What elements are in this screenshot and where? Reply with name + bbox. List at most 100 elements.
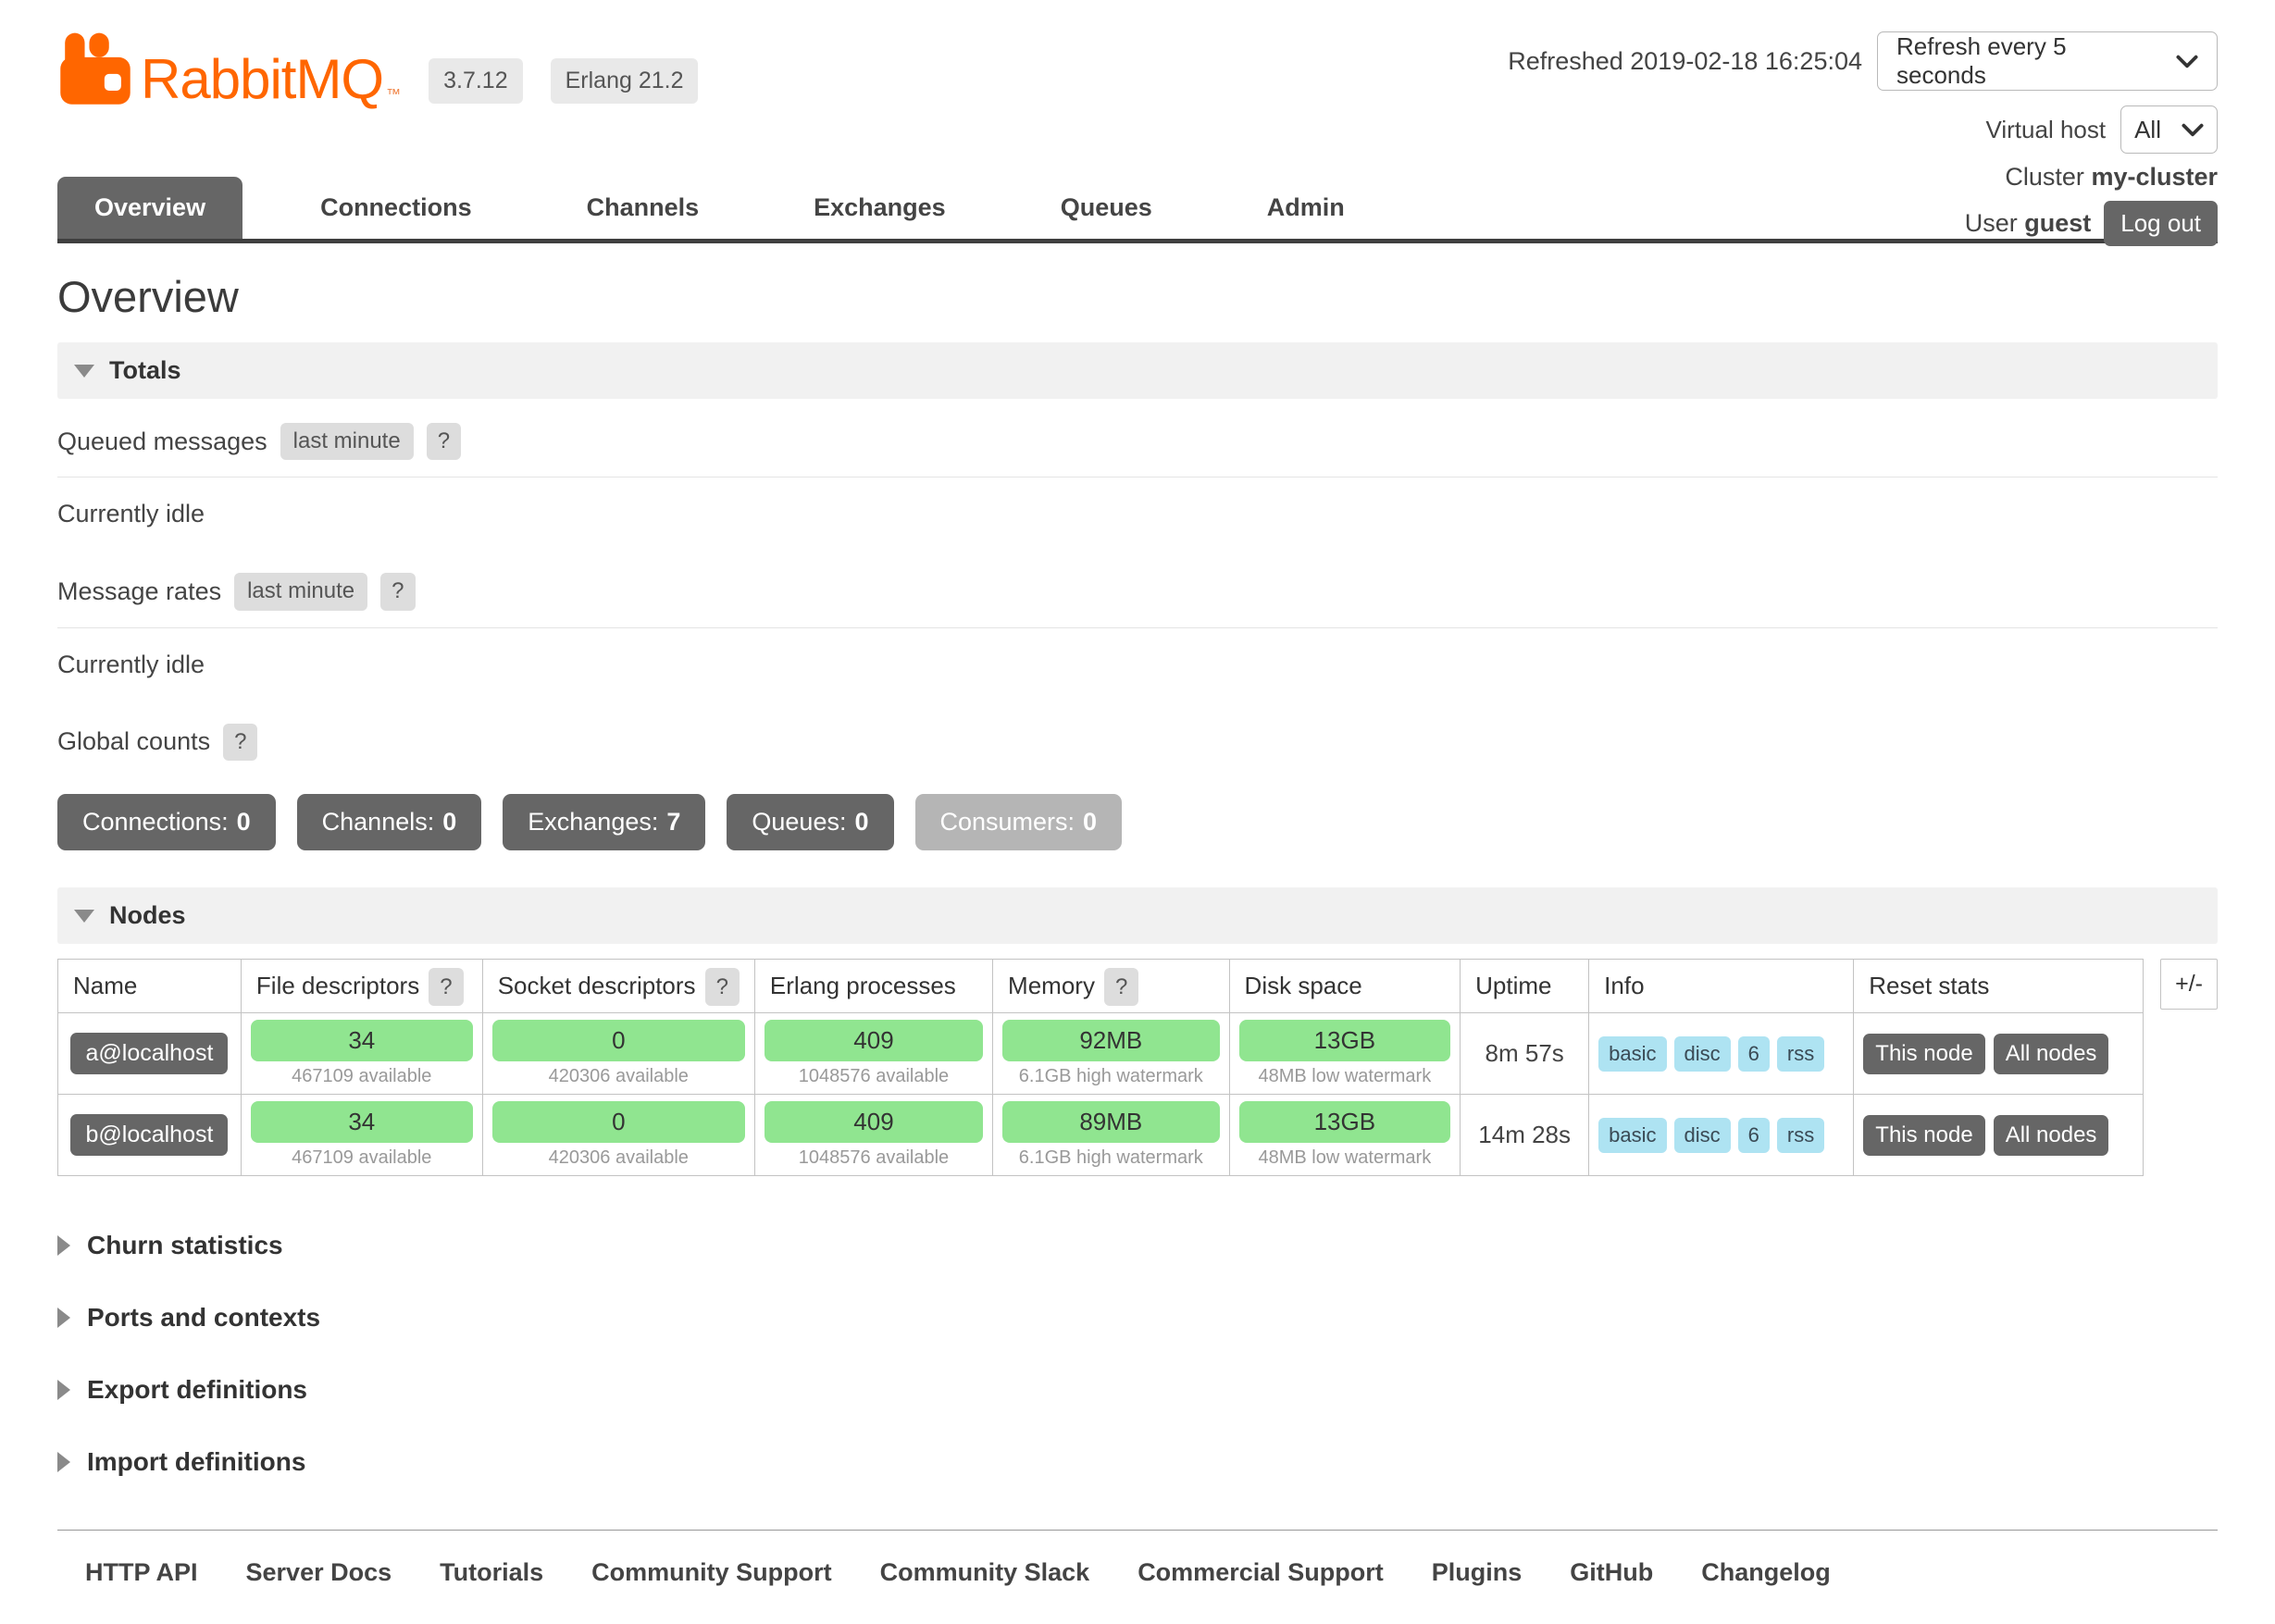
virtual-host-select[interactable]: All — [2120, 105, 2218, 154]
node-name-cell: b@localhost — [58, 1095, 242, 1176]
nodes-table-wrap: Name File descriptors? Socket descriptor… — [57, 959, 2218, 1176]
footer-link-http-api[interactable]: HTTP API — [85, 1558, 198, 1587]
tab-exchanges[interactable]: Exchanges — [777, 177, 983, 239]
queued-rate-window-badge[interactable]: last minute — [280, 423, 414, 460]
virtual-host-value: All — [2134, 116, 2161, 144]
refresh-row: Refreshed 2019-02-18 16:25:04 Refresh ev… — [1508, 31, 2218, 91]
info-tag: disc — [1674, 1036, 1731, 1072]
tab-admin[interactable]: Admin — [1230, 177, 1382, 239]
metric-sub: 467109 available — [251, 1147, 473, 1169]
channels-count-button[interactable]: Channels:0 — [297, 794, 482, 850]
rabbitmq-logo[interactable]: RabbitMQ ™ 3.7.12 Erlang 21.2 — [57, 31, 698, 107]
footer-link-github[interactable]: GitHub — [1570, 1558, 1653, 1587]
tab-queues[interactable]: Queues — [1024, 177, 1189, 239]
help-icon[interactable]: ? — [429, 968, 463, 1006]
ports-and-contexts-section-header[interactable]: Ports and contexts — [57, 1282, 2218, 1354]
footer: HTTP API Server Docs Tutorials Community… — [57, 1530, 2218, 1624]
queues-count-button[interactable]: Queues: 0 — [727, 794, 893, 850]
churn-statistics-section-header[interactable]: Churn statistics — [57, 1209, 2218, 1282]
uptime-cell: 14m 28s — [1461, 1095, 1589, 1176]
info-tag: rss — [1777, 1118, 1824, 1153]
footer-link-commercial-support[interactable]: Commercial Support — [1138, 1558, 1384, 1587]
reset-this-node-button[interactable]: This node — [1863, 1115, 1984, 1156]
refresh-interval-value: Refresh every 5 seconds — [1896, 32, 2156, 90]
info-cell: basicdisc6rss — [1589, 1095, 1854, 1176]
count-value: 0 — [854, 808, 868, 836]
count-value: 7 — [666, 808, 680, 836]
info-tag: basic — [1598, 1036, 1666, 1072]
metric-bar: 92MB — [1002, 1020, 1220, 1061]
cluster-name: my-cluster — [2091, 163, 2218, 191]
footer-link-plugins[interactable]: Plugins — [1432, 1558, 1523, 1587]
import-definitions-section-header[interactable]: Import definitions — [57, 1426, 2218, 1498]
help-icon[interactable]: ? — [705, 968, 740, 1006]
chevron-down-icon — [2182, 123, 2204, 137]
nodes-header-row: Name File descriptors? Socket descriptor… — [58, 960, 2144, 1013]
help-icon[interactable]: ? — [1104, 968, 1138, 1006]
footer-link-changelog[interactable]: Changelog — [1701, 1558, 1831, 1587]
erlang-processes-cell: 4091048576 available — [754, 1013, 992, 1095]
totals-section-header[interactable]: Totals — [57, 342, 2218, 399]
count-value: 0 — [237, 808, 251, 836]
column-selector-button[interactable]: +/- — [2160, 959, 2218, 1010]
collapse-arrow-icon — [74, 365, 94, 378]
rabbitmq-logo-icon — [57, 31, 133, 107]
footer-link-server-docs[interactable]: Server Docs — [246, 1558, 392, 1587]
queued-messages-header: Queued messages last minute ? — [57, 399, 2218, 477]
node-name-cell: a@localhost — [58, 1013, 242, 1095]
memory-cell: 92MB6.1GB high watermark — [993, 1013, 1230, 1095]
help-icon[interactable]: ? — [427, 423, 461, 460]
metric-sub: 1048576 available — [765, 1147, 983, 1169]
user-name: guest — [2024, 209, 2091, 237]
column-info: Info — [1589, 960, 1854, 1013]
tab-channels[interactable]: Channels — [550, 177, 737, 239]
node-name-link[interactable]: a@localhost — [70, 1033, 228, 1074]
column-file-descriptors: File descriptors? — [241, 960, 482, 1013]
refresh-interval-select[interactable]: Refresh every 5 seconds — [1877, 31, 2218, 91]
queued-messages-label: Queued messages — [57, 428, 267, 456]
logout-button[interactable]: Log out — [2104, 201, 2218, 246]
nodes-section-header[interactable]: Nodes — [57, 887, 2218, 944]
info-tag: 6 — [1738, 1036, 1770, 1072]
footer-link-tutorials[interactable]: Tutorials — [440, 1558, 543, 1587]
metric-bar: 13GB — [1239, 1020, 1451, 1061]
node-name-link[interactable]: b@localhost — [70, 1114, 228, 1156]
rates-rate-window-badge[interactable]: last minute — [234, 573, 367, 610]
erlang-version-badge: Erlang 21.2 — [551, 58, 699, 104]
page-title: Overview — [57, 271, 2218, 322]
user-info-row: User guest Log out — [1965, 201, 2218, 246]
cluster-user-info: Cluster my-cluster User guest Log out — [1965, 163, 2218, 246]
global-counts-label: Global counts — [57, 727, 210, 756]
count-label: Connections: — [82, 808, 229, 836]
virtual-host-label: Virtual host — [1986, 116, 2107, 144]
memory-cell: 89MB6.1GB high watermark — [993, 1095, 1230, 1176]
reset-all-nodes-button[interactable]: All nodes — [1994, 1034, 2109, 1074]
footer-link-community-support[interactable]: Community Support — [591, 1558, 831, 1587]
metric-bar: 0 — [492, 1101, 745, 1143]
nav-divider — [57, 239, 2218, 243]
message-rates-status: Currently idle — [57, 628, 2218, 700]
metric-sub: 6.1GB high watermark — [1002, 1147, 1220, 1169]
tab-connections[interactable]: Connections — [283, 177, 509, 239]
reset-all-nodes-button[interactable]: All nodes — [1994, 1115, 2109, 1156]
disk-space-cell: 13GB48MB low watermark — [1229, 1095, 1461, 1176]
uptime-cell: 8m 57s — [1461, 1013, 1589, 1095]
reset-this-node-button[interactable]: This node — [1863, 1034, 1984, 1074]
export-definitions-section-header[interactable]: Export definitions — [57, 1354, 2218, 1426]
help-icon[interactable]: ? — [223, 724, 257, 761]
collapsed-sections: Churn statistics Ports and contexts Expo… — [57, 1209, 2218, 1498]
column-reset-stats: Reset stats — [1854, 960, 2144, 1013]
totals-section: Totals Queued messages last minute ? Cur… — [57, 342, 2218, 850]
count-label: Queues: — [752, 808, 846, 836]
footer-link-community-slack[interactable]: Community Slack — [880, 1558, 1090, 1587]
help-icon[interactable]: ? — [380, 573, 415, 610]
info-tag: basic — [1598, 1118, 1666, 1153]
node-row: a@localhost 34467109 available 0420306 a… — [58, 1013, 2144, 1095]
exchanges-count-button[interactable]: Exchanges:7 — [503, 794, 705, 850]
count-label: Channels: — [322, 808, 435, 836]
connections-count-button[interactable]: Connections: 0 — [57, 794, 276, 850]
tab-overview[interactable]: Overview — [57, 177, 242, 239]
section-label: Churn statistics — [87, 1231, 283, 1260]
version-badge: 3.7.12 — [429, 58, 523, 104]
collapse-arrow-icon — [74, 910, 94, 923]
